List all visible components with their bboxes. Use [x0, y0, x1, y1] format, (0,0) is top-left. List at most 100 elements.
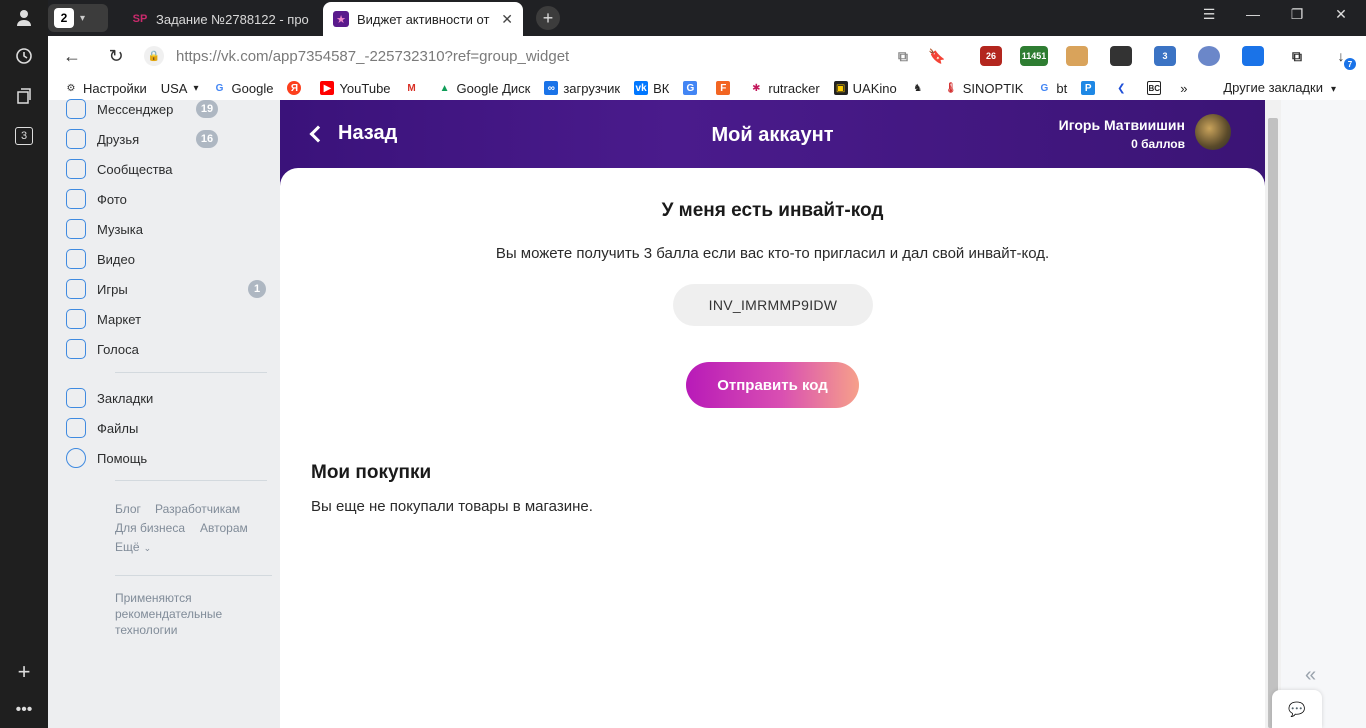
extension-shield-icon[interactable]: 26 [980, 46, 1002, 66]
bookmark-youtube[interactable]: ▶ YouTube [320, 80, 391, 96]
invite-code-value: INV_IMRMMP9IDW [708, 297, 838, 313]
invite-code-field[interactable]: INV_IMRMMP9IDW [673, 284, 873, 326]
footer-link-label: Авторам [200, 521, 248, 535]
footer-link-business[interactable]: Для бизнеса [115, 521, 185, 535]
sidebar-item-video[interactable]: Видео [66, 247, 135, 271]
bookmark-translate[interactable]: G [683, 81, 702, 95]
reload-icon[interactable]: ↻ [104, 44, 128, 68]
tab-task[interactable]: SP Задание №2788122 - про [122, 2, 322, 36]
user-info: Игорь Матвиишин 0 баллов [1059, 117, 1185, 151]
bookmark-label: ВК [653, 80, 670, 96]
file-icon [66, 418, 86, 438]
menu-icon[interactable]: ☰ [1194, 6, 1224, 23]
sidebar-item-market[interactable]: Маркет [66, 307, 141, 331]
bookmark-chess[interactable]: ♞ [911, 81, 930, 95]
purchases-empty-text: Вы еще не покупали товары в магазине. [311, 498, 593, 515]
bookmark-label: YouTube [339, 80, 391, 96]
extension-diamond-icon[interactable] [1242, 46, 1264, 66]
bookmark-settings[interactable]: ⚙ Настройки [64, 81, 147, 96]
tabs-counter-label: 3 [15, 127, 33, 145]
drive-icon: ▲ [439, 82, 450, 94]
history-icon[interactable] [8, 40, 40, 72]
sidebar-item-bookmarks[interactable]: Закладки [66, 386, 153, 410]
bookmark-icon[interactable]: 🔖 [926, 46, 948, 66]
sidebar-item-messenger[interactable]: Мессенджер [66, 97, 173, 121]
bookmark-yandex[interactable]: Я [287, 81, 306, 95]
bookmark-google-drive[interactable]: ▲ Google Диск [438, 81, 531, 96]
more-icon[interactable]: ••• [8, 694, 40, 726]
bookmark-usa[interactable]: USA ▾ [161, 81, 199, 96]
tab-label: Задание №2788122 - про [156, 11, 309, 27]
restore-icon[interactable]: ❐ [1282, 6, 1312, 23]
bookmarks-bar: ⚙ Настройки USA ▾ G Google Я ▶ YouTube M ▲ Go… [48, 76, 1366, 100]
bookmark-arrow[interactable]: ❮ [1114, 81, 1133, 95]
sp-favicon-icon: SP [132, 13, 148, 25]
sidebar-item-label: Игры [97, 281, 128, 297]
sidebar-item-label: Файлы [97, 420, 139, 436]
bookmark-rutracker[interactable]: ✱ rutracker [749, 81, 820, 96]
sidebar-item-votes[interactable]: Голоса [66, 337, 139, 361]
sidebar-item-games[interactable]: Игры [66, 277, 128, 301]
bookmark-p[interactable]: P [1081, 81, 1100, 95]
add-panel-icon[interactable]: + [8, 656, 40, 688]
minimize-icon[interactable]: — [1238, 6, 1268, 22]
footer-link-more[interactable]: Ещё ⌄ [115, 540, 151, 554]
app-favicon-icon: ★ [333, 11, 349, 27]
translate-icon[interactable]: ⧉ [892, 46, 914, 66]
sidebar-item-help[interactable]: Помощь [66, 446, 147, 470]
back-arrow-icon[interactable]: ← [60, 44, 84, 68]
bookmark-uakino[interactable]: ▣ UAKino [833, 81, 897, 96]
footer-link-authors[interactable]: Авторам [200, 521, 248, 535]
sidebar-item-photos[interactable]: Фото [66, 187, 127, 211]
extension-puzzle-icon[interactable]: ⧉ [1286, 46, 1308, 66]
tabs-counter-icon[interactable]: 3 [8, 120, 40, 152]
note-line: Применяются [115, 591, 192, 605]
sidebar-item-communities[interactable]: Сообщества [66, 157, 173, 181]
sidebar-item-label: Голоса [97, 341, 139, 357]
google-icon: G [1040, 82, 1049, 94]
sidebar-item-music[interactable]: Музыка [66, 217, 143, 241]
bookmark-bt[interactable]: Gbt [1037, 81, 1068, 96]
other-bookmarks-label: Другие закладки [1223, 80, 1323, 95]
close-window-icon[interactable]: ✕ [1326, 6, 1356, 23]
bookmark-bc[interactable]: BC [1147, 81, 1166, 95]
bookmark-f[interactable]: F [716, 81, 735, 95]
footer-link-developers[interactable]: Разработчикам [155, 502, 240, 516]
sidebar-item-label: Музыка [97, 221, 143, 237]
collections-icon[interactable] [8, 80, 40, 112]
extension-shield-blue-icon[interactable] [1198, 46, 1220, 66]
scrollbar-thumb[interactable] [1268, 118, 1278, 728]
youtube-icon: ▶ [320, 81, 335, 95]
collapse-double-chevron-icon[interactable]: « [1305, 664, 1316, 687]
extension-face-icon[interactable] [1066, 46, 1088, 66]
url-field[interactable]: 🔒 https://vk.com/app7354587_-225732310?r… [144, 44, 569, 68]
bookmark-loader[interactable]: ∞ загрузчик [544, 81, 620, 96]
sidebar-item-files[interactable]: Файлы [66, 416, 138, 440]
sidebar-divider [115, 372, 267, 373]
avatar[interactable] [1195, 114, 1231, 150]
other-bookmarks[interactable]: Другие закладки ▾ [1223, 80, 1336, 95]
sidebar-item-label: Мессенджер [97, 101, 174, 117]
bookmark-sinoptik[interactable]: 🌡 SINOPTIK [944, 81, 1023, 96]
sidebar-item-friends[interactable]: Друзья [66, 127, 139, 151]
extension-weather-icon[interactable]: 11451 [1020, 46, 1048, 66]
new-tab-button[interactable]: + [536, 6, 560, 30]
footer-link-blog[interactable]: Блог [115, 502, 141, 516]
send-code-button[interactable]: Отправить код [686, 362, 859, 408]
help-icon [66, 448, 86, 468]
sidebar-item-label: Друзья [97, 131, 140, 147]
downloads-icon[interactable]: ↓ 7 [1330, 46, 1356, 70]
extension-grid-icon[interactable]: 3 [1154, 46, 1176, 66]
bookmark-vk[interactable]: vk ВК [634, 81, 669, 96]
chevron-down-icon: ▾ [80, 12, 86, 24]
gear-icon: ⚙ [66, 82, 76, 94]
profile-icon[interactable] [8, 2, 40, 34]
chat-button[interactable]: 💬 [1272, 690, 1322, 728]
tab-group-switcher[interactable]: 2 ▾ [48, 4, 108, 32]
bookmarks-more[interactable]: » [1180, 81, 1187, 96]
close-icon[interactable]: ✕ [501, 11, 513, 28]
extension-arrow-icon[interactable] [1110, 46, 1132, 66]
bookmark-gmail[interactable]: M [405, 81, 424, 95]
bookmark-google[interactable]: G Google [213, 81, 274, 96]
tab-widget[interactable]: ★ Виджет активности от L ✕ [323, 2, 523, 36]
